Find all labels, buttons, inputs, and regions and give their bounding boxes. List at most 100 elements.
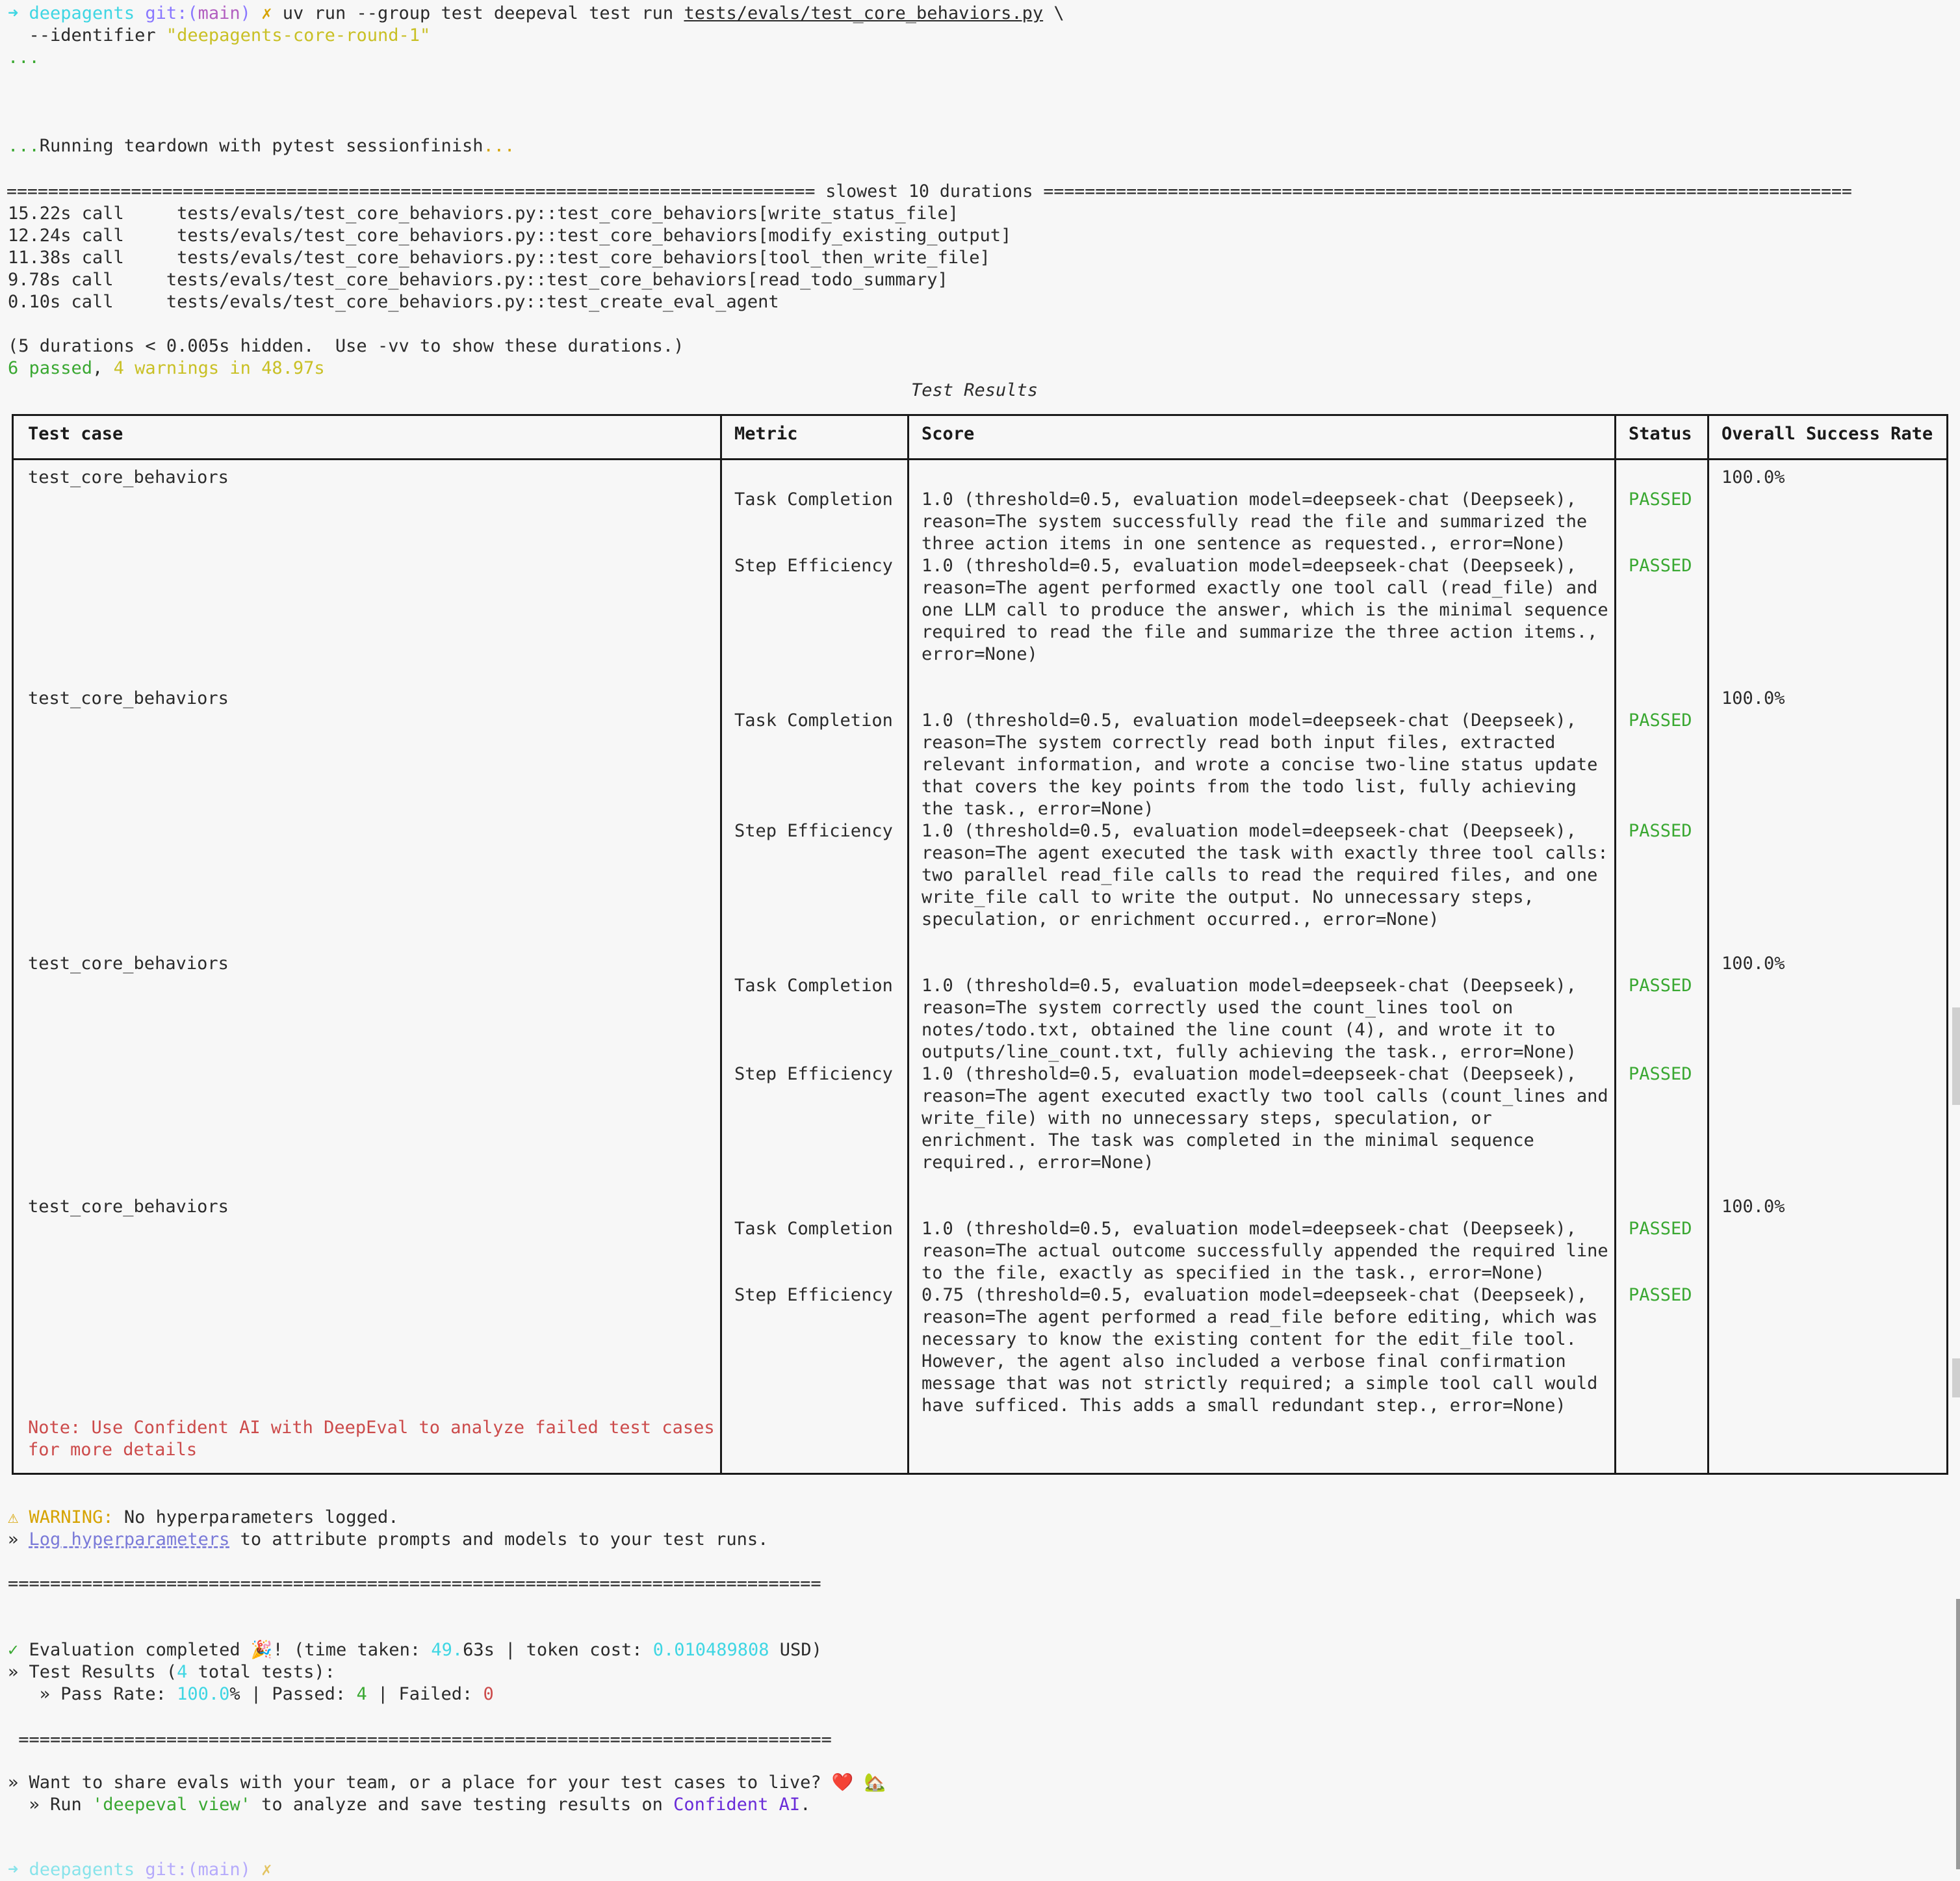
hyper-text: to attribute prompts and models to your … <box>229 1529 769 1550</box>
scrollbar-marker <box>1952 1358 1960 1397</box>
row-1-test-case: test_core_behaviors <box>28 467 229 487</box>
row-1-status-2: PASSED <box>1629 556 1692 576</box>
duration-item-4: 9.78s call tests/evals/test_core_behavio… <box>8 270 948 290</box>
table-title: Test Results <box>911 380 1038 400</box>
progress-dots: ... <box>8 47 40 68</box>
results-table: Test case Metric Score Status Overall Su… <box>12 414 1948 1475</box>
completed-post: USD) <box>769 1640 822 1660</box>
row-4-score-2: 0.75 (threshold=0.5, evaluation model=de… <box>922 1285 1598 1416</box>
row-1-metric-1: Task Completion <box>734 489 893 510</box>
teardown-text: Running teardown with pytest sessionfini… <box>39 136 484 156</box>
row-2-metric-1: Task Completion <box>734 710 893 731</box>
git-prefix: git:( <box>145 3 198 23</box>
row-4-score-1: 1.0 (threshold=0.5, evaluation model=dee… <box>922 1219 1608 1283</box>
pass-rate-value: 100.0 <box>177 1684 230 1704</box>
token-cost: 0.010489808 <box>652 1640 769 1660</box>
scrollbar-thumb[interactable] <box>1952 1007 1960 1105</box>
git-branch: main <box>198 3 240 23</box>
row-1-score-2: 1.0 (threshold=0.5, evaluation model=dee… <box>922 556 1608 664</box>
row-4-metric-2: Step Efficiency <box>734 1285 893 1305</box>
row-1-rate: 100.0% <box>1721 467 1785 487</box>
row-3-metric-1: Task Completion <box>734 976 893 996</box>
separator-2: ========================================… <box>8 1730 832 1750</box>
row-2-score-2: 1.0 (threshold=0.5, evaluation model=dee… <box>922 821 1608 929</box>
prompt-dir: deepagents <box>29 3 135 23</box>
header-metric: Metric <box>734 424 798 444</box>
dirty-mark: ✗ <box>261 3 272 23</box>
row-3-score-1: 1.0 (threshold=0.5, evaluation model=dee… <box>922 976 1577 1062</box>
row-4-test-case: test_core_behaviors <box>28 1197 229 1217</box>
duration-item-2: 12.24s call tests/evals/test_core_behavi… <box>8 226 1012 246</box>
separator-1: ========================================… <box>8 1574 821 1594</box>
passed-count: 6 passed <box>8 358 93 378</box>
row-2-test-case: test_core_behaviors <box>28 688 229 708</box>
prompt-arrow-icon: ➜ <box>8 3 29 23</box>
run-view-line: » Run 'deepeval view' to analyze and sav… <box>8 1794 811 1816</box>
warnings-count: 4 warnings in 48.97s <box>113 358 325 378</box>
passed-value: 4 <box>356 1684 367 1704</box>
header-status: Status <box>1629 424 1692 444</box>
row-1-metric-2: Step Efficiency <box>734 556 893 576</box>
row-1-status-1: PASSED <box>1629 489 1692 510</box>
teardown-line: ...Running teardown with pytest sessionf… <box>8 135 515 157</box>
identifier-value: "deepagents-core-round-1" <box>166 25 431 45</box>
row-3-status-1: PASSED <box>1629 976 1692 996</box>
pass-mid: % | Passed: <box>229 1684 357 1704</box>
warning-label: WARNING: <box>29 1507 114 1527</box>
duration-item-3: 11.38s call tests/evals/test_core_behavi… <box>8 248 990 268</box>
row-2-rate: 100.0% <box>1721 688 1785 708</box>
row-2-status-1: PASSED <box>1629 710 1692 731</box>
results-pre: » Test Results ( <box>8 1662 177 1682</box>
row-4-metric-1: Task Completion <box>734 1219 893 1239</box>
completed-pre: Evaluation completed 🎉! (time taken: <box>18 1640 432 1660</box>
final-prompt: ➜ deepagents git:(main) ✗ <box>8 1859 272 1881</box>
row-3-score-2: 1.0 (threshold=0.5, evaluation model=dee… <box>922 1064 1608 1173</box>
share-line: » Want to share evals with your team, or… <box>8 1772 886 1793</box>
run-mid: to analyze and save testing results on <box>250 1795 674 1815</box>
pass-pre: » Pass Rate: <box>8 1684 177 1704</box>
evaluation-completed-line: ✓ Evaluation completed 🎉! (time taken: 4… <box>8 1639 822 1661</box>
deepeval-view-command: 'deepeval view' <box>92 1795 251 1815</box>
run-post: . <box>800 1795 811 1815</box>
failed-value: 0 <box>483 1684 494 1704</box>
scrollbar-track[interactable] <box>1956 1599 1960 1869</box>
hyper-prefix: » <box>8 1529 29 1550</box>
summary-sep: , <box>92 358 114 378</box>
log-hyperparameters-link[interactable]: Log hyperparameters <box>29 1529 230 1550</box>
header-overall-success-rate: Overall Success Rate <box>1721 424 1933 444</box>
check-icon: ✓ <box>8 1640 19 1660</box>
hidden-durations-note: (5 durations < 0.005s hidden. Use -vv to… <box>8 336 684 356</box>
total-tests: 4 <box>177 1662 188 1682</box>
durations-header: ========================================… <box>6 181 1852 201</box>
final-prompt-arrow-icon: ➜ <box>8 1860 29 1880</box>
pass-rate-line: » Pass Rate: 100.0% | Passed: 4 | Failed… <box>8 1683 494 1706</box>
hyperparameters-line: » Log hyperparameters to attribute promp… <box>8 1529 768 1551</box>
completed-mid: 63s | token cost: <box>463 1640 653 1660</box>
row-2-score-1: 1.0 (threshold=0.5, evaluation model=dee… <box>922 710 1598 819</box>
time-number: 49. <box>431 1640 463 1660</box>
final-prompt-dir: deepagents <box>29 1860 135 1880</box>
row-4-rate: 100.0% <box>1721 1197 1785 1217</box>
summary-line: 6 passed, 4 warnings in 48.97s <box>8 357 325 380</box>
results-post: total tests): <box>187 1662 335 1682</box>
command-text: uv run --group test deepeval test run <box>282 3 674 23</box>
warning-icon: ⚠ <box>8 1507 19 1527</box>
git-suffix: ) <box>240 3 251 23</box>
identifier-flag: --identifier <box>8 25 156 45</box>
row-3-metric-2: Step Efficiency <box>734 1064 893 1084</box>
row-2-metric-2: Step Efficiency <box>734 821 893 841</box>
row-3-rate: 100.0% <box>1721 953 1785 974</box>
command-path: tests/evals/test_core_behaviors.py <box>684 3 1044 23</box>
test-results-line: » Test Results (4 total tests): <box>8 1661 335 1683</box>
row-3-status-2: PASSED <box>1629 1064 1692 1084</box>
pass-mid2: | Failed: <box>367 1684 484 1704</box>
row-2-status-2: PASSED <box>1629 821 1692 841</box>
confident-ai-note: Note: Use Confident AI with DeepEval to … <box>28 1418 715 1460</box>
row-1-score-1: 1.0 (threshold=0.5, evaluation model=dee… <box>922 489 1588 554</box>
row-4-status-1: PASSED <box>1629 1219 1692 1239</box>
command-line-2: --identifier "deepagents-core-round-1" <box>8 25 431 47</box>
confident-ai-link[interactable]: Confident AI <box>673 1795 800 1815</box>
row-3-test-case: test_core_behaviors <box>28 953 229 974</box>
command-line-1: ➜ deepagents git:(main) ✗ uv run --group… <box>8 3 1064 25</box>
line-continuation: \ <box>1043 3 1064 23</box>
